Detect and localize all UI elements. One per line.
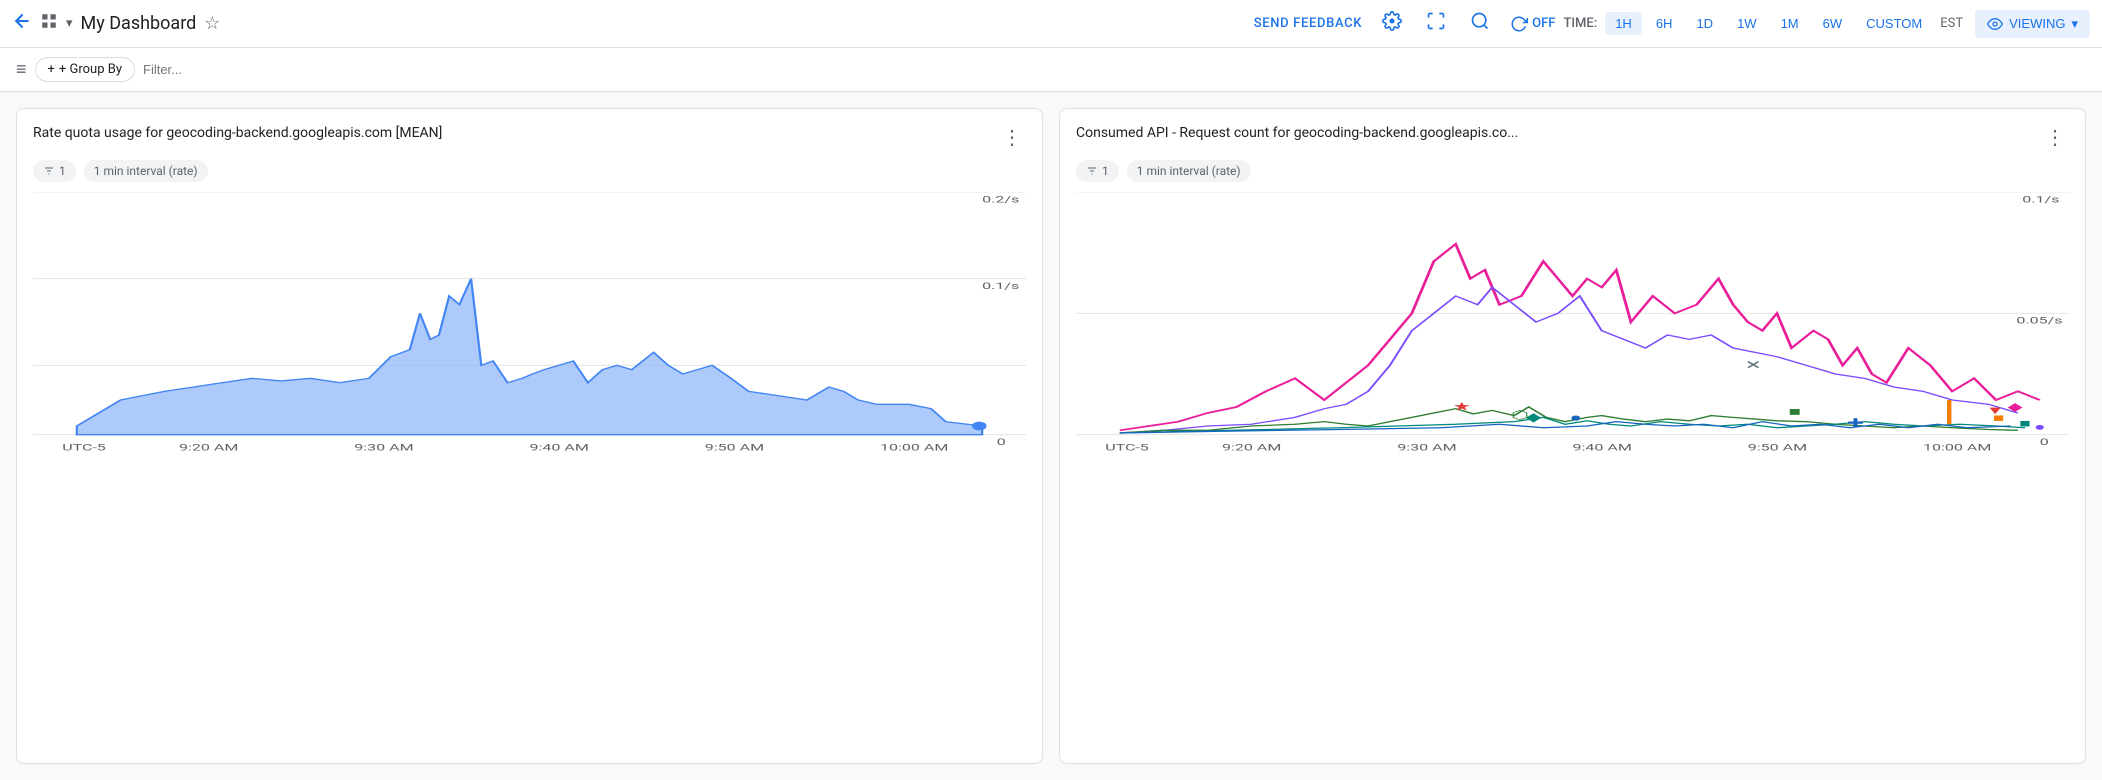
card-2-more-button[interactable]: ⋮ [2041, 125, 2069, 150]
svg-text:■: ■ [1993, 412, 2004, 425]
dropdown-icon[interactable]: ▾ [66, 16, 73, 31]
svg-text:9:40 AM: 9:40 AM [1573, 442, 1632, 452]
svg-text:●: ● [2034, 420, 2045, 433]
svg-text:★: ★ [1453, 400, 1471, 414]
svg-text:◆: ◆ [2008, 400, 2024, 413]
svg-text:UTC-5: UTC-5 [1105, 442, 1149, 452]
topbar: ▾ My Dashboard ☆ SEND FEEDBACK OFF TIME:… [0, 0, 2102, 48]
card-1-header: Rate quota usage for geocoding-backend.g… [33, 125, 1026, 150]
svg-text:9:20 AM: 9:20 AM [179, 442, 238, 452]
star-icon[interactable]: ☆ [204, 13, 220, 34]
card-1-filter-tag[interactable]: 1 [33, 160, 76, 182]
svg-text:9:40 AM: 9:40 AM [530, 442, 589, 452]
time-1w-button[interactable]: 1W [1727, 12, 1767, 35]
card-2-filter-count: 1 [1102, 164, 1109, 178]
send-feedback-button[interactable]: SEND FEEDBACK [1254, 16, 1362, 31]
grid-icon [40, 12, 58, 35]
fullscreen-button[interactable] [1422, 7, 1450, 40]
card-2-title: Consumed API - Request count for geocodi… [1076, 125, 2041, 141]
group-by-label: + Group By [59, 62, 122, 77]
settings-button[interactable] [1378, 7, 1406, 40]
card-1-chart: 0.2/s 0.1/s 0 UTC-5 9:20 AM 9:30 AM 9:40… [33, 192, 1026, 747]
card-2-header: Consumed API - Request count for geocodi… [1076, 125, 2069, 150]
back-button[interactable] [12, 11, 32, 37]
page-title: My Dashboard [81, 13, 197, 34]
svg-text:9:30 AM: 9:30 AM [354, 442, 413, 452]
refresh-button[interactable]: OFF [1510, 15, 1555, 33]
card-2-interval-tag[interactable]: 1 min interval (rate) [1127, 160, 1251, 182]
topbar-right: TIME: 1H 6H 1D 1W 1M 6W CUSTOM EST VIEWI… [1563, 10, 2090, 38]
topbar-center: SEND FEEDBACK OFF [1254, 7, 1556, 40]
card-1-title: Rate quota usage for geocoding-backend.g… [33, 125, 998, 141]
time-1h-button[interactable]: 1H [1605, 12, 1642, 35]
card-1-filter-count: 1 [59, 164, 66, 178]
card-1-more-button[interactable]: ⋮ [998, 125, 1026, 150]
svg-text:◆: ◆ [1526, 410, 1543, 424]
time-label: TIME: [1563, 16, 1597, 31]
svg-text:0.1/s: 0.1/s [2022, 194, 2059, 205]
time-1m-button[interactable]: 1M [1771, 12, 1809, 35]
svg-text:9:50 AM: 9:50 AM [705, 442, 764, 452]
time-custom-button[interactable]: CUSTOM [1856, 12, 1932, 35]
card-2-interval-label: 1 min interval (rate) [1137, 164, 1241, 178]
svg-text:■: ■ [2019, 417, 2030, 430]
filter-menu-icon[interactable]: ≡ [16, 59, 27, 80]
filter-input[interactable] [143, 62, 2086, 77]
search-button[interactable] [1466, 7, 1494, 40]
svg-text:0.05/s: 0.05/s [2016, 316, 2062, 327]
card-1-tags: 1 1 min interval (rate) [33, 160, 1026, 182]
svg-text:0.2/s: 0.2/s [982, 194, 1019, 205]
svg-text:9:50 AM: 9:50 AM [1748, 442, 1807, 452]
viewing-button[interactable]: VIEWING ▾ [1975, 10, 2090, 38]
group-by-button[interactable]: + + Group By [35, 57, 135, 82]
chart-card-1: Rate quota usage for geocoding-backend.g… [16, 108, 1043, 764]
topbar-left: ▾ My Dashboard ☆ [12, 11, 1246, 37]
svg-text:0: 0 [2040, 437, 2049, 448]
timezone-label: EST [1940, 16, 1963, 31]
svg-text:■: ■ [1789, 405, 1801, 419]
viewing-dropdown-icon: ▾ [2071, 16, 2078, 32]
time-6w-button[interactable]: 6W [1813, 12, 1853, 35]
main-content: Rate quota usage for geocoding-backend.g… [0, 92, 2102, 780]
svg-text:✚: ✚ [1847, 416, 1864, 430]
svg-text:✕: ✕ [1745, 358, 1762, 372]
refresh-label: OFF [1532, 16, 1555, 31]
card-2-tags: 1 1 min interval (rate) [1076, 160, 2069, 182]
time-1d-button[interactable]: 1D [1686, 12, 1723, 35]
card-2-chart: 0.1/s 0.05/s 0 ★ ⬡ ◆ [1076, 192, 2069, 747]
svg-text:10:00 AM: 10:00 AM [880, 442, 948, 452]
time-6h-button[interactable]: 6H [1646, 12, 1683, 35]
chart-card-2: Consumed API - Request count for geocodi… [1059, 108, 2086, 764]
card-1-interval-tag[interactable]: 1 min interval (rate) [84, 160, 208, 182]
plus-icon: + [48, 62, 55, 77]
svg-text:UTC-5: UTC-5 [62, 442, 106, 452]
svg-text:9:30 AM: 9:30 AM [1397, 442, 1456, 452]
svg-text:●: ● [1570, 411, 1582, 425]
svg-text:0: 0 [997, 437, 1006, 448]
svg-text:0.1/s: 0.1/s [982, 281, 1019, 292]
viewing-label: VIEWING [2009, 16, 2065, 31]
filterbar: ≡ + + Group By [0, 48, 2102, 92]
card-2-filter-tag[interactable]: 1 [1076, 160, 1119, 182]
svg-text:9:20 AM: 9:20 AM [1222, 442, 1281, 452]
card-1-interval-label: 1 min interval (rate) [94, 164, 198, 178]
svg-text:10:00 AM: 10:00 AM [1923, 442, 1991, 452]
